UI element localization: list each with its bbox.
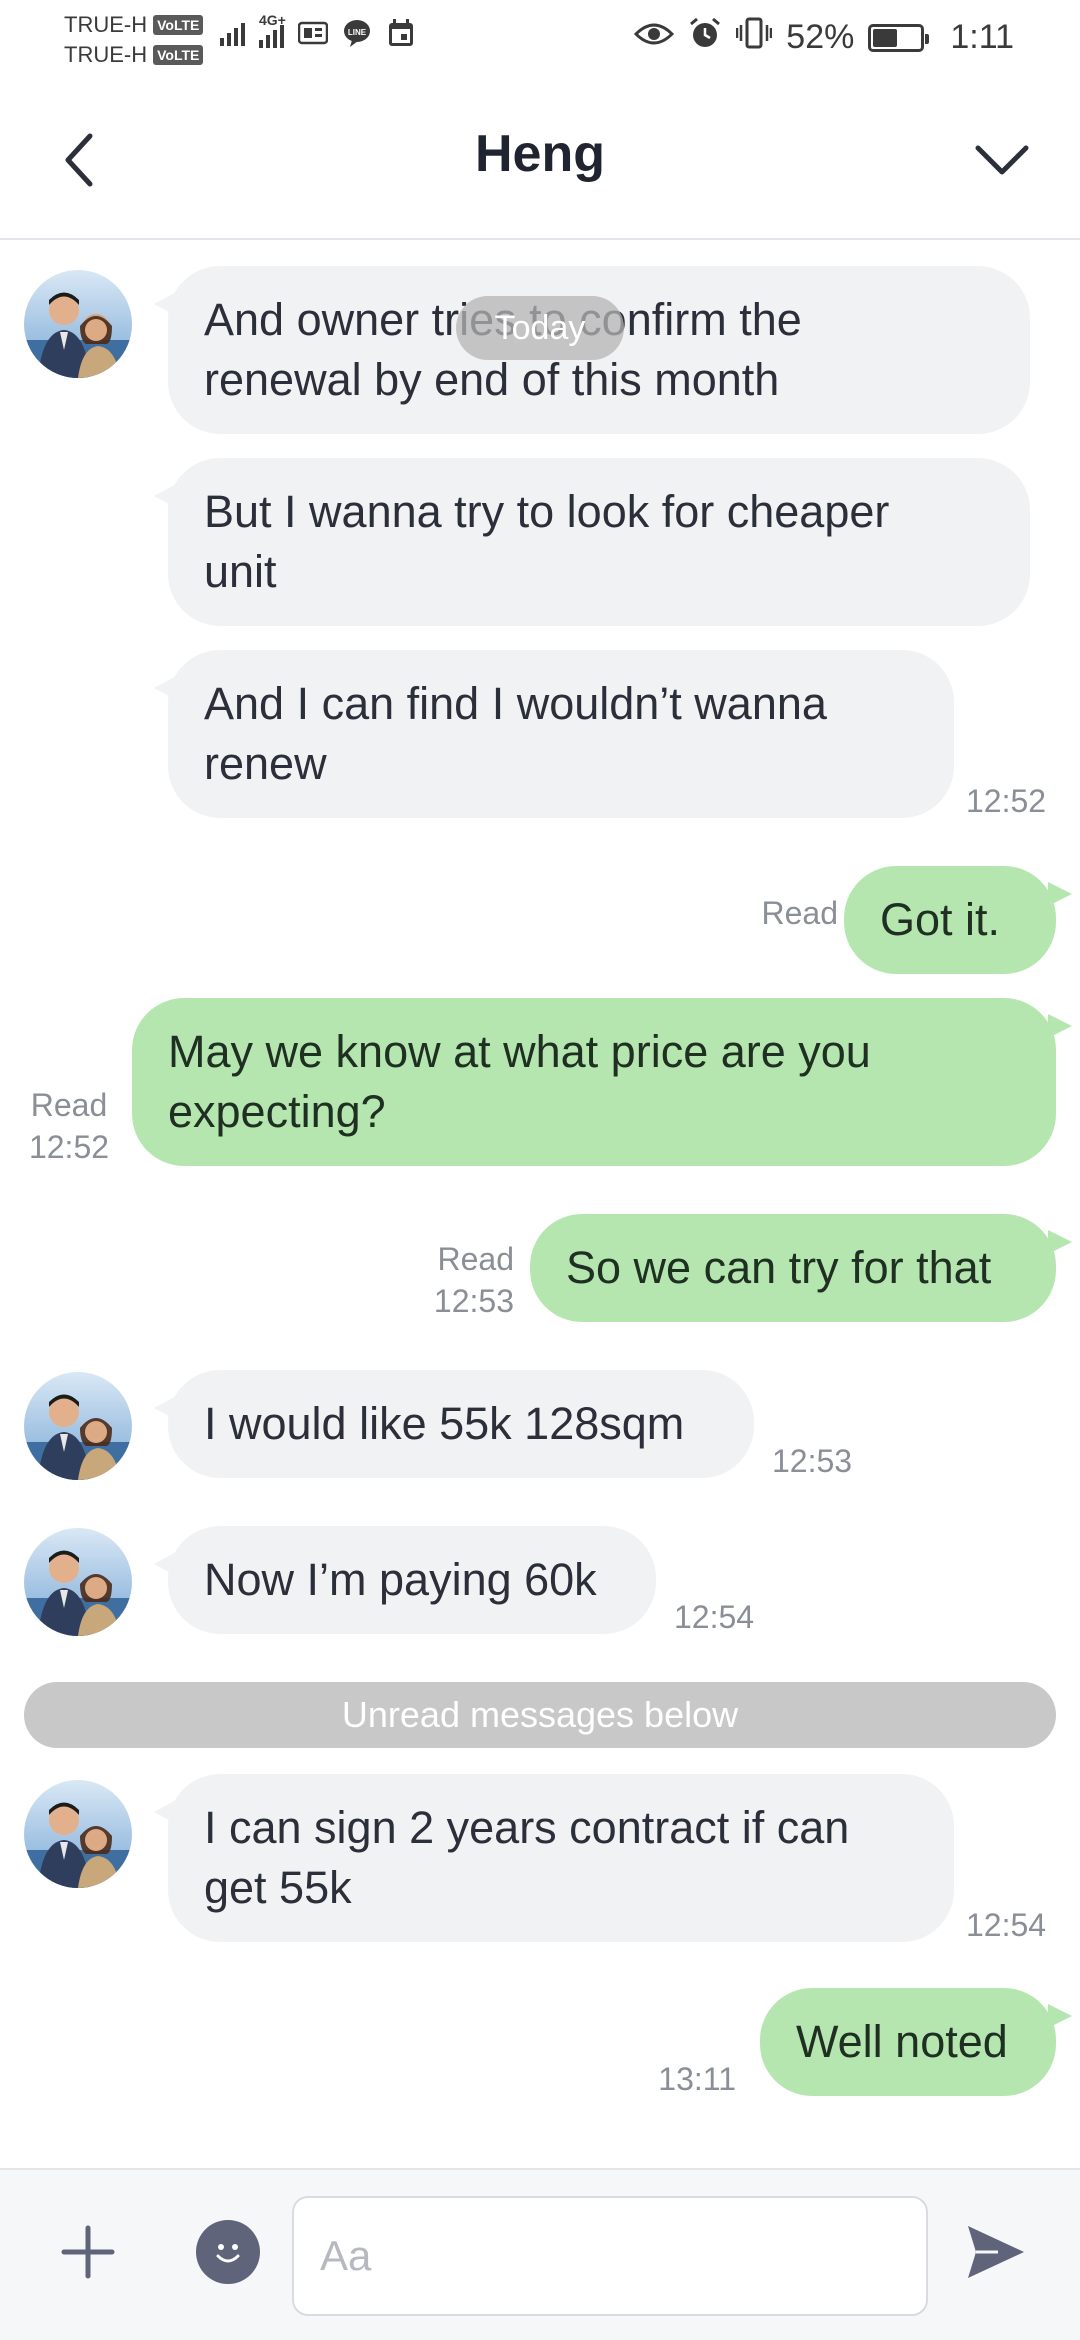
emoji-icon xyxy=(216,2244,240,2263)
message-text: I would like 55k 128sqm xyxy=(204,1398,685,1449)
outgoing-message[interactable]: Well noted xyxy=(760,1988,1072,2096)
vibrate-icon xyxy=(736,17,773,58)
signal-4g-icon: 4G+ xyxy=(259,12,286,48)
message-time: 12:52 xyxy=(966,783,1047,819)
signal-icon xyxy=(220,20,245,46)
avatar[interactable] xyxy=(24,1780,132,1888)
message-list[interactable]: And owner tries to confirm the renewal b… xyxy=(0,242,1080,2168)
carrier-name: TRUE-H xyxy=(64,12,148,37)
message-text: May we know at what price are you xyxy=(168,1026,871,1077)
read-receipt: Read xyxy=(437,1241,515,1277)
message-time: 12:54 xyxy=(966,1907,1047,1943)
chat-header: Heng xyxy=(0,80,1080,240)
message-text: I can sign 2 years contract if can xyxy=(204,1802,850,1853)
incoming-message[interactable]: I would like 55k 128sqm xyxy=(154,1370,754,1478)
outgoing-message[interactable]: So we can try for that xyxy=(530,1214,1072,1322)
message-text: Got it. xyxy=(880,894,1001,945)
calendar-icon xyxy=(386,18,416,48)
send-icon xyxy=(968,2226,1024,2278)
chat-menu-button[interactable] xyxy=(964,124,1040,196)
message-text: unit xyxy=(204,546,277,597)
plus-icon xyxy=(61,2225,115,2279)
message-time: 12:53 xyxy=(772,1443,853,1479)
message-time: 12:52 xyxy=(28,1129,110,1165)
volte-badge: VoLTE xyxy=(153,15,204,35)
line-app-icon: LINE xyxy=(342,18,372,48)
svg-text:LINE: LINE xyxy=(348,28,367,37)
avatar[interactable] xyxy=(24,270,132,378)
clock: 1:11 xyxy=(950,18,1014,56)
sim-icon xyxy=(298,18,328,48)
message-input[interactable] xyxy=(292,2196,928,2316)
message-time: 12:53 xyxy=(433,1283,514,1319)
attach-button[interactable] xyxy=(50,2214,126,2290)
status-icons-right: 52% 1:11 xyxy=(634,16,1014,59)
status-bar: TRUE-H VoLTE TRUE-H VoLTE 4G+ LINE 52% 1… xyxy=(0,0,1080,80)
emoji-button[interactable] xyxy=(196,2220,260,2284)
date-separator: Today xyxy=(456,296,624,360)
message-composer xyxy=(0,2168,1080,2340)
carrier-name: TRUE-H xyxy=(64,42,148,67)
incoming-message[interactable]: I can sign 2 years contract if can get 5… xyxy=(154,1774,954,1942)
message-text: Well noted xyxy=(796,2016,1008,2067)
chat-screen: TRUE-H VoLTE TRUE-H VoLTE 4G+ LINE 52% 1… xyxy=(0,0,1080,2340)
outgoing-message[interactable]: May we know at what price are you expect… xyxy=(132,998,1072,1166)
alarm-icon xyxy=(688,16,722,59)
message-time: 12:54 xyxy=(674,1599,755,1635)
message-text: So we can try for that xyxy=(566,1242,992,1293)
eye-icon xyxy=(634,18,675,57)
battery-icon xyxy=(868,23,930,52)
incoming-message[interactable]: But I wanna try to look for cheaper unit xyxy=(154,458,1030,626)
avatar[interactable] xyxy=(24,1528,132,1636)
chat-title: Heng xyxy=(475,125,605,183)
read-receipt: Read xyxy=(30,1087,108,1123)
message-text: get 55k xyxy=(204,1862,352,1913)
chevron-down-icon xyxy=(975,145,1029,175)
status-icons-left: 4G+ LINE xyxy=(220,12,416,48)
message-text: renew xyxy=(204,738,327,789)
message-text: Now I’m paying 60k xyxy=(204,1554,597,1605)
volte-badge: VoLTE xyxy=(153,45,204,65)
incoming-message[interactable]: And I can find I wouldn’t wanna renew xyxy=(154,650,954,818)
message-time: 13:11 xyxy=(658,2061,736,2097)
carrier-info: TRUE-H VoLTE TRUE-H VoLTE xyxy=(64,10,204,70)
battery-level-fill xyxy=(873,28,898,47)
avatar[interactable] xyxy=(24,1372,132,1480)
message-text: expecting? xyxy=(168,1086,386,1137)
message-text: But I wanna try to look for cheaper xyxy=(204,486,890,537)
send-button[interactable] xyxy=(956,2212,1036,2292)
incoming-message[interactable]: Now I’m paying 60k xyxy=(154,1526,656,1634)
outgoing-message[interactable]: Got it. xyxy=(844,866,1072,974)
message-text: And I can find I wouldn’t wanna xyxy=(204,678,827,729)
battery-percent: 52% xyxy=(786,18,855,56)
unread-separator: Unread messages below xyxy=(24,1682,1056,1748)
read-receipt: Read xyxy=(761,895,839,931)
